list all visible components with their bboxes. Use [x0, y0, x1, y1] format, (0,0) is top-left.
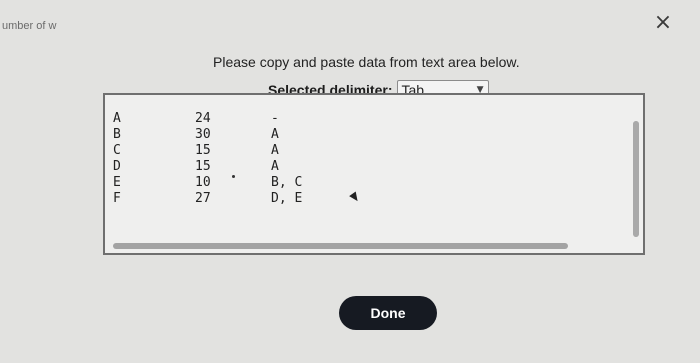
table-row: B 30 A — [113, 127, 351, 143]
table-row: C 15 A — [113, 143, 351, 159]
predecessor-cell: A — [271, 159, 279, 174]
time-cell: 15 — [195, 143, 211, 158]
vertical-scrollbar-thumb[interactable] — [633, 121, 639, 237]
textarea-rows: A 24 - B 30 A C 15 A D 15 A E 10 B, C F … — [113, 111, 351, 207]
header-cut-off — [113, 95, 159, 100]
close-icon[interactable]: × — [652, 12, 674, 34]
task-cell: F — [113, 191, 121, 206]
predecessor-cell: A — [271, 143, 279, 158]
time-cell: 30 — [195, 127, 211, 142]
time-cell: 24 — [195, 111, 211, 126]
task-cell: D — [113, 159, 121, 174]
time-cell: 15 — [195, 159, 211, 174]
predecessor-cell: D, E — [271, 191, 303, 206]
time-cell: 27 — [195, 191, 211, 206]
background-text-fragment: umber of w — [2, 20, 57, 32]
task-cell: A — [113, 111, 121, 126]
data-textarea[interactable]: A 24 - B 30 A C 15 A D 15 A E 10 B, C F … — [103, 93, 645, 255]
done-button[interactable]: Done — [339, 296, 437, 330]
horizontal-scrollbar[interactable] — [113, 243, 568, 249]
table-row: F 27 D, E — [113, 191, 351, 207]
predecessor-cell: B, C — [271, 175, 303, 190]
predecessor-cell: A — [271, 127, 279, 142]
instruction-text: Please copy and paste data from text are… — [213, 54, 520, 70]
task-cell: B — [113, 127, 121, 142]
vertical-scrollbar[interactable] — [633, 121, 639, 237]
stray-dot — [232, 175, 235, 178]
task-cell: C — [113, 143, 121, 158]
table-row: A 24 - — [113, 111, 351, 127]
table-row: D 15 A — [113, 159, 351, 175]
predecessor-cell: - — [271, 111, 279, 126]
task-cell: E — [113, 175, 121, 190]
